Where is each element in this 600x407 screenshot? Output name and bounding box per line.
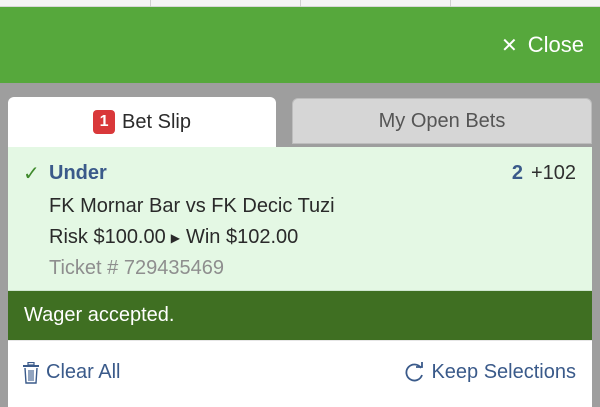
betslip-header: ✕ Close (0, 7, 600, 83)
bet-selection: Under (49, 162, 107, 184)
checkmark-icon: ✓ (23, 163, 40, 185)
tab-bet-slip-label: Bet Slip (122, 110, 191, 133)
top-tab-strip (0, 0, 600, 7)
tab-my-open-bets[interactable]: My Open Bets (292, 98, 592, 144)
tab-my-open-bets-label: My Open Bets (378, 109, 506, 132)
tab-divider (300, 0, 301, 7)
risk-win-line: Risk $100.00 ▶ Win $102.00 (49, 226, 298, 249)
close-button[interactable]: ✕ Close (501, 32, 584, 58)
trash-icon (22, 361, 40, 384)
tab-divider (450, 0, 451, 7)
risk-amount: Risk $100.00 (49, 226, 166, 248)
clear-all-button[interactable]: Clear All (22, 361, 120, 384)
bet-slip-panel: 1 Bet Slip My Open Bets ✓ Under 2 +102 FK… (8, 97, 592, 407)
betslip-footer: Clear All Keep Selections (8, 340, 592, 407)
bet-price: +102 (530, 162, 576, 184)
wager-status-banner: Wager accepted. (8, 291, 592, 340)
wager-status-message: Wager accepted. (24, 304, 175, 326)
keep-selections-button[interactable]: Keep Selections (403, 361, 576, 384)
refresh-icon (403, 361, 425, 384)
bet-card: ✓ Under 2 +102 FK Mornar Bar vs FK Decic … (8, 147, 592, 407)
clear-all-label: Clear All (46, 361, 121, 383)
keep-selections-label: Keep Selections (431, 361, 576, 383)
close-label: Close (527, 32, 584, 57)
arrow-right-icon: ▶ (170, 230, 180, 245)
bet-count-badge: 1 (93, 110, 116, 134)
bet-line: 2 (511, 162, 523, 184)
win-amount: Win $102.00 (185, 226, 299, 248)
close-icon: ✕ (500, 34, 518, 57)
bet-item: ✓ Under 2 +102 FK Mornar Bar vs FK Decic … (8, 147, 592, 291)
ticket-number: Ticket # 729435469 (49, 257, 224, 279)
tab-divider (150, 0, 151, 7)
bet-matchup: FK Mornar Bar vs FK Decic Tuzi (49, 195, 335, 217)
bet-odds: 2 +102 (512, 162, 576, 185)
tab-bet-slip[interactable]: 1 Bet Slip (8, 97, 276, 147)
